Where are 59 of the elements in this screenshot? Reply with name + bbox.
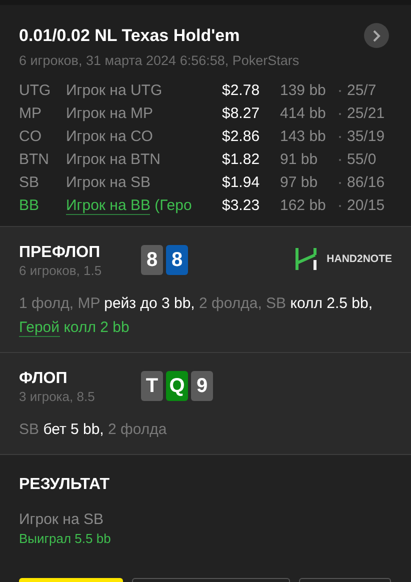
winner-name: Игрок на SB: [19, 511, 104, 528]
action-button[interactable]: [132, 578, 290, 582]
action-button[interactable]: [299, 578, 391, 582]
street-info: 3 игрока, 8.5: [19, 389, 96, 404]
player-stack: $3.23: [222, 196, 261, 216]
player-stats: 25/7: [347, 81, 376, 101]
hand-title: 0.01/0.02 NL Texas Hold'em: [19, 26, 240, 46]
separator-dot: [339, 182, 341, 184]
player-name[interactable]: Игрок на BB (Геро: [66, 196, 222, 216]
player-stats: 20/15: [347, 196, 385, 216]
player-bb: 143 bb: [280, 127, 327, 147]
street-title: ПРЕФЛОП: [19, 244, 102, 262]
action-summary: SB бет 5 bb, 2 фолда: [19, 420, 168, 440]
separator-dot: [339, 159, 341, 161]
street-title: ФЛОП: [19, 370, 68, 388]
player-bb: 414 bb: [280, 104, 327, 124]
logo-icon: [294, 248, 317, 270]
street-info: 6 игроков, 1.5: [19, 263, 103, 278]
logo-text: HAND2NOTE: [326, 253, 392, 265]
playing-card: 8: [166, 245, 188, 275]
player-bb: 162 bb: [280, 196, 327, 216]
player-name: Игрок на MP: [66, 104, 154, 124]
result-title: РЕЗУЛЬТАТ: [19, 476, 111, 494]
hand-info: 6 игроков, 31 марта 2024 6:56:58, PokerStars: [19, 53, 300, 68]
action-summary: 1 фолд, MP рейз до 3 bb, 2 фолда, SB колл 2.5 bb, Герой колл 2 bb: [19, 294, 374, 339]
player-bb: 97 bb: [280, 173, 319, 193]
player-position: UTG: [19, 81, 52, 101]
separator-dot: [339, 205, 341, 207]
hero-link[interactable]: Герой: [19, 319, 60, 337]
separator-dot: [339, 90, 341, 92]
player-stats: 35/19: [347, 127, 385, 147]
playing-card: T: [141, 371, 163, 401]
playing-card: Q: [166, 371, 188, 401]
player-stats: 25/21: [347, 104, 385, 124]
win-amount: Выиграл 5.5 bb: [19, 531, 112, 546]
player-bb: 91 bb: [280, 150, 319, 170]
player-name: Игрок на UTG: [66, 81, 164, 101]
playing-card: 8: [141, 245, 163, 275]
separator-dot: [339, 136, 341, 138]
player-name: Игрок на BTN: [66, 150, 162, 170]
next-button[interactable]: [364, 23, 389, 48]
player-position: BB: [19, 196, 40, 216]
player-stack: $1.82: [222, 150, 261, 170]
separator-dot: [339, 113, 341, 115]
player-position: SB: [19, 173, 40, 193]
player-name: Игрок на SB: [66, 173, 152, 193]
player-stats: 55/0: [347, 150, 376, 170]
player-bb: 139 bb: [280, 81, 327, 101]
player-name: Игрок на CO: [66, 127, 154, 147]
playing-card: 9: [191, 371, 213, 401]
player-stats: 86/16: [347, 173, 385, 193]
chevron-right-icon: [372, 30, 381, 42]
player-stack: $1.94: [222, 173, 261, 193]
player-stack: $2.78: [222, 81, 261, 101]
player-position: BTN: [19, 150, 50, 170]
player-stack: $8.27: [222, 104, 261, 124]
player-position: CO: [19, 127, 42, 147]
player-stack: $2.86: [222, 127, 261, 147]
player-position: MP: [19, 104, 42, 124]
